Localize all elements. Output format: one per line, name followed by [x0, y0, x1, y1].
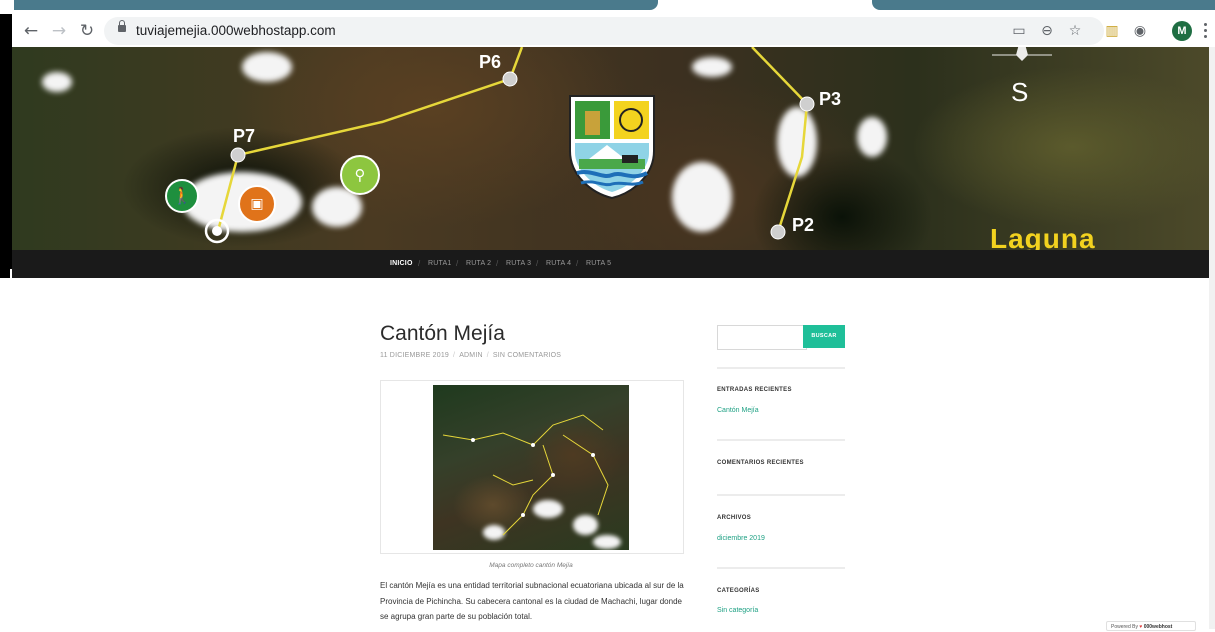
tab-strip	[0, 0, 1215, 14]
main-nav: INICIO / RUTA1 / RUTA 2 / RUTA 3 / RUTA …	[12, 250, 1215, 278]
nav-separator: /	[418, 259, 421, 268]
forward-icon[interactable]: →	[48, 20, 70, 42]
search-button[interactable]: BUSCAR	[803, 325, 845, 348]
nav-item-inicio[interactable]: INICIO	[390, 250, 413, 278]
categories-title: CATEGORÍAS	[717, 588, 760, 594]
extension-icon[interactable]: ▥	[1103, 22, 1121, 40]
category-link[interactable]: Sin categoría	[717, 607, 758, 614]
lake-label: Laguna	[990, 223, 1096, 250]
archives-title: ARCHIVOS	[717, 515, 752, 521]
zoom-icon[interactable]: ⊖	[1038, 22, 1056, 40]
archive-link[interactable]: diciembre 2019	[717, 535, 765, 542]
compass-label: S	[1011, 77, 1029, 107]
nav-item-ruta3[interactable]: RUTA 3	[506, 250, 531, 278]
map-point-label: P6	[479, 52, 502, 72]
reload-icon[interactable]: ↻	[76, 20, 98, 42]
route-map-image[interactable]	[433, 385, 629, 550]
recent-post-link[interactable]: Cantón Mejía	[717, 407, 759, 414]
window-edge	[0, 268, 10, 278]
address-bar[interactable]: tuviajemejia.000webhostapp.com	[104, 17, 1104, 45]
nav-separator: /	[456, 259, 459, 268]
hiking-icon: 🚶	[165, 179, 199, 213]
powered-prefix: Powered By	[1111, 624, 1138, 630]
figure-caption: Mapa completo cantón Mejía	[489, 562, 573, 569]
scrollbar[interactable]	[1209, 47, 1215, 629]
map-point-label: P3	[819, 89, 842, 109]
post-figure	[380, 380, 684, 554]
star-icon[interactable]: ☆	[1066, 22, 1084, 40]
nav-item-ruta1[interactable]: RUTA1	[428, 250, 451, 278]
heart-icon: ♥	[1139, 624, 1143, 630]
recent-comments-title: COMENTARIOS RECIENTES	[717, 460, 804, 466]
cast-icon[interactable]: ▭	[1010, 22, 1028, 40]
recent-posts-title: ENTRADAS RECIENTES	[717, 387, 792, 393]
route-lines	[442, 414, 609, 536]
nav-separator: /	[576, 259, 579, 268]
widget-divider	[717, 567, 845, 569]
nav-item-ruta4[interactable]: RUTA 4	[546, 250, 571, 278]
widget-divider	[717, 439, 845, 441]
search-input[interactable]	[717, 325, 807, 350]
powered-brand: 000webhost	[1143, 624, 1173, 630]
profile-avatar[interactable]: M	[1172, 21, 1192, 41]
cycling-icon: ⚲	[340, 155, 380, 195]
powered-by-badge[interactable]: Powered By ♥ 000webhost	[1106, 621, 1196, 631]
post-meta: 11 DICIEMBRE 2019/ADMIN / SIN COMENTARIOS	[380, 352, 562, 359]
lodging-icon: ▣	[238, 185, 276, 223]
post-body: El cantón Mejía es una entidad territori…	[380, 578, 686, 625]
map-point-label: P2	[792, 215, 815, 235]
back-icon[interactable]: ←	[20, 20, 42, 42]
widget-divider	[717, 367, 845, 369]
post-comments-link[interactable]: SIN COMENTARIOS	[493, 352, 561, 359]
inactive-tab[interactable]	[872, 0, 1215, 10]
post-title[interactable]: Cantón Mejía	[380, 322, 505, 346]
nav-separator: /	[536, 259, 539, 268]
browser-toolbar: ← → ↻ tuviajemejia.000webhostapp.com ▭ ⊖…	[0, 14, 1215, 47]
active-tab[interactable]	[14, 0, 658, 10]
nav-item-ruta5[interactable]: RUTA 5	[586, 250, 611, 278]
extension-icon[interactable]: ◉	[1131, 22, 1149, 40]
menu-icon[interactable]	[1203, 22, 1209, 40]
post-paragraph: El cantón Mejía es una entidad territori…	[380, 581, 684, 621]
map-point-label: P7	[233, 126, 256, 146]
post-author[interactable]: ADMIN	[459, 352, 483, 359]
header-map-banner: P6 P7 P3 P2 S Laguna 🚶 ▣ ⚲	[12, 47, 1215, 250]
widget-divider	[717, 494, 845, 496]
post-date[interactable]: 11 DICIEMBRE 2019	[380, 352, 449, 359]
lock-icon[interactable]	[118, 20, 126, 32]
nav-item-ruta2[interactable]: RUTA 2	[466, 250, 491, 278]
nav-separator: /	[496, 259, 499, 268]
window-edge	[0, 14, 12, 269]
coat-of-arms-logo	[569, 95, 655, 200]
url-text[interactable]: tuviajemejia.000webhostapp.com	[136, 17, 336, 45]
